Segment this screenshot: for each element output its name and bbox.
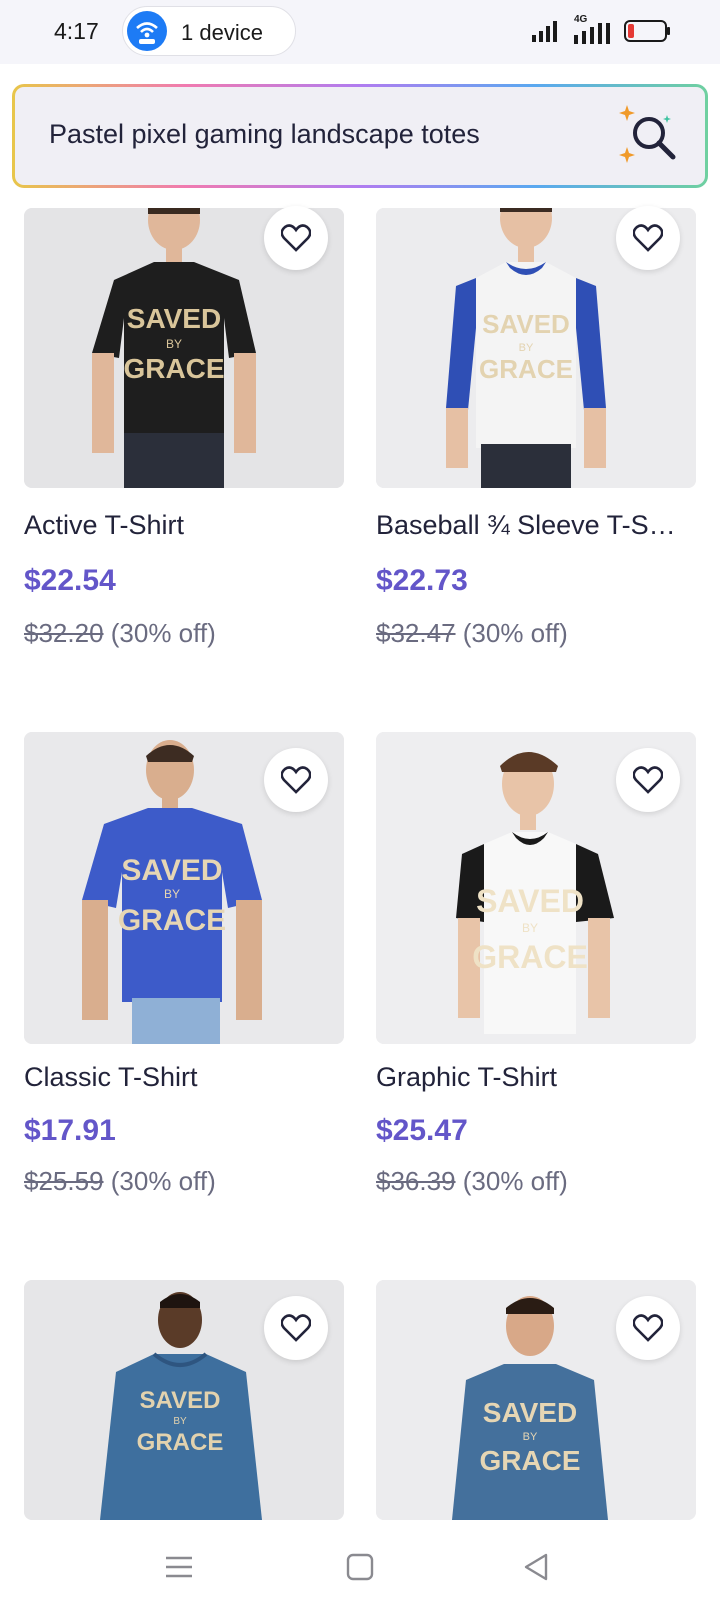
wifi-hotspot-icon xyxy=(127,11,167,51)
heart-outline-icon xyxy=(281,1314,311,1342)
favorite-button[interactable] xyxy=(264,748,328,812)
favorite-button[interactable] xyxy=(616,748,680,812)
svg-text:SAVED: SAVED xyxy=(482,309,570,339)
favorite-button[interactable] xyxy=(264,1296,328,1360)
discount-label: (30% off) xyxy=(110,618,216,648)
heart-outline-icon xyxy=(633,1314,663,1342)
system-navigation-bar xyxy=(0,1522,720,1612)
svg-text:SAVED: SAVED xyxy=(140,1387,221,1414)
status-time: 4:17 xyxy=(54,18,99,44)
discount-label: (30% off) xyxy=(462,1166,568,1196)
svg-text:GRACE: GRACE xyxy=(479,1445,580,1476)
svg-text:SAVED: SAVED xyxy=(121,854,222,887)
device-count-label: 1 device xyxy=(181,20,263,45)
svg-text:GRACE: GRACE xyxy=(118,904,226,937)
svg-text:BY: BY xyxy=(166,337,182,351)
svg-text:BY: BY xyxy=(173,1416,187,1427)
signal-icon xyxy=(532,21,557,42)
heart-outline-icon xyxy=(281,766,311,794)
product-original-price: $32.20 (30% off) xyxy=(24,618,216,649)
svg-text:BY: BY xyxy=(164,887,180,901)
svg-text:BY: BY xyxy=(523,1431,538,1443)
heart-outline-icon xyxy=(281,224,311,252)
product-title[interactable]: Active T-Shirt xyxy=(24,510,344,541)
svg-text:BY: BY xyxy=(519,342,534,354)
svg-text:SAVED: SAVED xyxy=(127,303,221,334)
battery-low-icon xyxy=(624,20,670,42)
svg-text:GRACE: GRACE xyxy=(472,939,588,975)
search-inner[interactable]: Pastel pixel gaming landscape totes xyxy=(15,87,705,185)
strikethrough-price: $32.47 xyxy=(376,618,456,648)
product-price: $17.91 xyxy=(24,1114,116,1147)
product-original-price: $36.39 (30% off) xyxy=(376,1166,568,1197)
product-price: $22.54 xyxy=(24,564,116,597)
sparkle-search-icon[interactable] xyxy=(619,103,681,165)
status-bar: 4:17 1 device 4G xyxy=(0,0,720,64)
svg-text:SAVED: SAVED xyxy=(476,883,584,919)
product-price: $25.47 xyxy=(376,1114,468,1147)
product-title[interactable]: Baseball ¾ Sleeve T-S… xyxy=(376,510,696,541)
product-original-price: $25.59 (30% off) xyxy=(24,1166,216,1197)
discount-label: (30% off) xyxy=(110,1166,216,1196)
favorite-button[interactable] xyxy=(616,206,680,270)
svg-text:SAVED: SAVED xyxy=(483,1397,577,1428)
heart-outline-icon xyxy=(633,766,663,794)
heart-outline-icon xyxy=(633,224,663,252)
search-query-text[interactable]: Pastel pixel gaming landscape totes xyxy=(49,119,480,150)
favorite-button[interactable] xyxy=(616,1296,680,1360)
strikethrough-price: $36.39 xyxy=(376,1166,456,1196)
menu-icon[interactable] xyxy=(162,1550,196,1584)
connected-devices-pill[interactable]: 1 device xyxy=(122,6,296,56)
status-indicators: 4G xyxy=(532,14,672,44)
svg-text:GRACE: GRACE xyxy=(479,354,573,384)
svg-text:GRACE: GRACE xyxy=(137,1429,224,1456)
strikethrough-price: $25.59 xyxy=(24,1166,104,1196)
svg-text:BY: BY xyxy=(522,921,538,935)
discount-label: (30% off) xyxy=(462,618,568,648)
product-original-price: $32.47 (30% off) xyxy=(376,618,568,649)
product-title[interactable]: Graphic T-Shirt xyxy=(376,1062,696,1093)
svg-text:GRACE: GRACE xyxy=(123,353,224,384)
product-price: $22.73 xyxy=(376,564,468,597)
search-bar[interactable]: Pastel pixel gaming landscape totes xyxy=(12,84,708,188)
product-title[interactable]: Classic T-Shirt xyxy=(24,1062,344,1093)
back-triangle-icon[interactable] xyxy=(520,1550,554,1584)
network-4g-icon: 4G xyxy=(572,14,614,44)
strikethrough-price: $32.20 xyxy=(24,618,104,648)
favorite-button[interactable] xyxy=(264,206,328,270)
home-square-icon[interactable] xyxy=(343,1550,377,1584)
